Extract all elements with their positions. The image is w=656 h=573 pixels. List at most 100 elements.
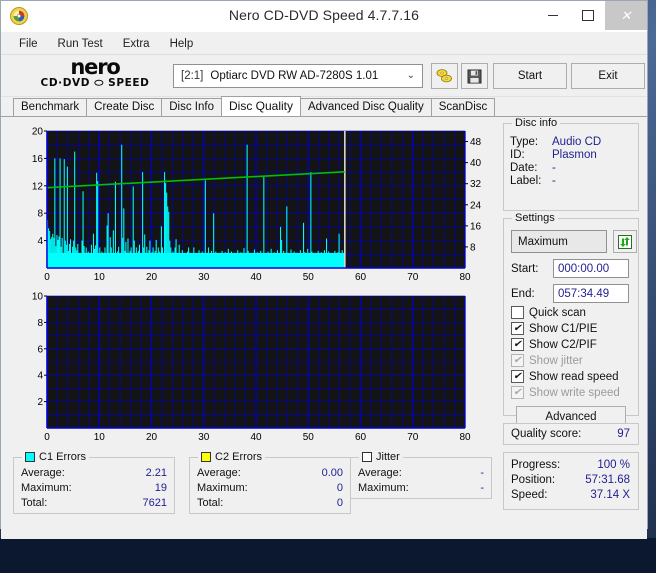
- disc-info-legend: Disc info: [512, 117, 561, 129]
- nero-cd-dvd-speed-window: Nero CD-DVD Speed 4.7.7.16 ✕ File Run Te…: [0, 0, 648, 539]
- start-button[interactable]: Start: [493, 63, 567, 89]
- end-label: End:: [511, 287, 535, 300]
- svg-text:6: 6: [37, 344, 43, 355]
- svg-text:16: 16: [470, 221, 482, 232]
- tab-create-disc[interactable]: Create Disc: [86, 98, 163, 116]
- menu-item-run-test[interactable]: Run Test: [49, 36, 112, 52]
- position-value: 57:31.68: [585, 474, 630, 486]
- toolbar: nero CD·DVD ⬭ SPEED [2:1] Optiarc DVD RW…: [1, 55, 647, 97]
- checkbox-show-write-speed: ✔ Show write speed: [511, 386, 638, 399]
- svg-text:8: 8: [37, 209, 43, 220]
- c2-errors-legend-label: C2 Errors: [215, 451, 263, 463]
- jitter-legend-label: Jitter: [376, 451, 400, 463]
- logo-line-2: CD·DVD ⬭ SPEED: [40, 77, 150, 89]
- drive-select[interactable]: [2:1] Optiarc DVD RW AD-7280S 1.01 ⌄: [173, 64, 423, 88]
- disc-date-key: Date:: [510, 162, 538, 174]
- refresh-button[interactable]: [613, 230, 637, 253]
- tab-advanced-disc-quality[interactable]: Advanced Disc Quality: [300, 98, 432, 116]
- checkbox-box: ✔: [511, 322, 524, 335]
- disc-info-row-type: Type: Audio CD: [510, 136, 638, 148]
- c1-color-swatch: [25, 452, 35, 462]
- svg-text:30: 30: [198, 272, 210, 283]
- svg-text:20: 20: [32, 127, 44, 138]
- tab-disc-info[interactable]: Disc Info: [161, 98, 222, 116]
- logo-line-1: nero: [70, 55, 120, 79]
- menu-item-file[interactable]: File: [10, 36, 47, 52]
- checkbox-quick-scan[interactable]: Quick scan: [511, 306, 638, 319]
- checkbox-show-c1-pie[interactable]: ✔ Show C1/PIE: [511, 322, 638, 335]
- c2-average-key: Average:: [197, 467, 241, 479]
- c2-errors-stats: C2 Errors Average: 0.00 Maximum: 0 Total…: [189, 451, 351, 514]
- eject-disc-button[interactable]: [431, 63, 458, 89]
- jitter-average-value: -: [480, 467, 484, 479]
- c1-errors-stats: C1 Errors Average: 2.21 Maximum: 19 Tota…: [13, 451, 175, 514]
- start-input[interactable]: 000:00.00: [553, 259, 629, 278]
- menu-item-extra[interactable]: Extra: [114, 36, 159, 52]
- checkbox-label: Show jitter: [529, 354, 583, 367]
- svg-text:30: 30: [198, 432, 210, 443]
- progress-value: 100 %: [597, 459, 630, 471]
- chevron-down-icon: ⌄: [406, 70, 415, 81]
- checkbox-show-c2-pif[interactable]: ✔ Show C2/PIF: [511, 338, 638, 351]
- tab-scandisc[interactable]: ScanDisc: [430, 98, 496, 116]
- svg-text:32: 32: [470, 179, 482, 190]
- speed-select[interactable]: Maximum ⌄: [511, 230, 630, 253]
- close-button[interactable]: ✕: [605, 1, 647, 30]
- disc-info-panel: Disc info Type: Audio CD ID: Plasmon Dat…: [503, 117, 639, 211]
- tab-benchmark[interactable]: Benchmark: [13, 98, 88, 116]
- quality-score-panel: Quality score: 97: [503, 423, 639, 445]
- end-input[interactable]: 057:34.49: [553, 284, 629, 303]
- start-label: Start:: [511, 262, 539, 275]
- svg-text:60: 60: [355, 432, 367, 443]
- save-button[interactable]: [461, 63, 488, 89]
- disc-info-row-id: ID: Plasmon: [510, 149, 638, 161]
- c1-errors-legend-label: C1 Errors: [39, 451, 87, 463]
- c2-errors-chart: 0 10 20 30 40 50 60 70 80 2 4 6 8 10: [10, 288, 495, 448]
- c2-maximum-key: Maximum:: [197, 482, 248, 494]
- svg-text:10: 10: [94, 432, 106, 443]
- checkbox-show-read-speed[interactable]: ✔ Show read speed: [511, 370, 638, 383]
- checkbox-label: Show C2/PIF: [529, 338, 597, 351]
- settings-legend: Settings: [512, 212, 558, 224]
- svg-text:60: 60: [355, 272, 367, 283]
- menu-item-help[interactable]: Help: [161, 36, 203, 52]
- jitter-stats: Jitter Average: - Maximum: -: [350, 451, 492, 499]
- jitter-maximum-key: Maximum:: [358, 482, 409, 494]
- minimize-button[interactable]: [535, 1, 570, 30]
- c1-total-value: 7621: [142, 497, 167, 509]
- disc-label-key: Label:: [510, 175, 542, 187]
- svg-text:80: 80: [459, 432, 471, 443]
- speed-select-wrap: Maximum ⌄: [511, 230, 638, 253]
- jitter-average-key: Average:: [358, 467, 402, 479]
- jitter-color-swatch: [362, 452, 372, 462]
- c2-total-value: 0: [336, 497, 343, 509]
- stats-row: C1 Errors Average: 2.21 Maximum: 19 Tota…: [10, 449, 495, 515]
- c1-average-value: 2.21: [145, 467, 167, 479]
- svg-text:8: 8: [37, 318, 43, 329]
- floppy-save-icon: [467, 69, 482, 84]
- speed-label: Speed:: [511, 489, 548, 501]
- nero-wordmark-logo: nero CD·DVD ⬭ SPEED: [29, 57, 161, 95]
- svg-text:40: 40: [250, 272, 262, 283]
- c1-maximum-value: 19: [154, 482, 167, 494]
- maximize-button[interactable]: [570, 1, 605, 30]
- c2-errors-legend: C2 Errors: [198, 451, 266, 463]
- svg-text:70: 70: [407, 432, 419, 443]
- c1-maximum-key: Maximum:: [21, 482, 72, 494]
- checkbox-show-jitter: ✔ Show jitter: [511, 354, 638, 367]
- quality-score-label: Quality score:: [511, 428, 582, 440]
- checkbox-box: ✔: [511, 354, 524, 367]
- disc-label-value: -: [552, 175, 556, 187]
- checkbox-box: ✔: [511, 370, 524, 383]
- tab-disc-quality[interactable]: Disc Quality: [221, 96, 302, 116]
- quality-score-value: 97: [617, 428, 630, 440]
- svg-text:0: 0: [44, 272, 50, 283]
- exit-button[interactable]: Exit: [571, 63, 645, 89]
- c1-errors-legend: C1 Errors: [22, 451, 90, 463]
- svg-text:24: 24: [470, 200, 482, 211]
- svg-text:8: 8: [470, 242, 476, 253]
- svg-text:50: 50: [303, 432, 315, 443]
- tab-strip: Benchmark Create Disc Disc Info Disc Qua…: [1, 96, 647, 116]
- svg-text:10: 10: [94, 272, 106, 283]
- disc-info-row-date: Date: -: [510, 162, 638, 174]
